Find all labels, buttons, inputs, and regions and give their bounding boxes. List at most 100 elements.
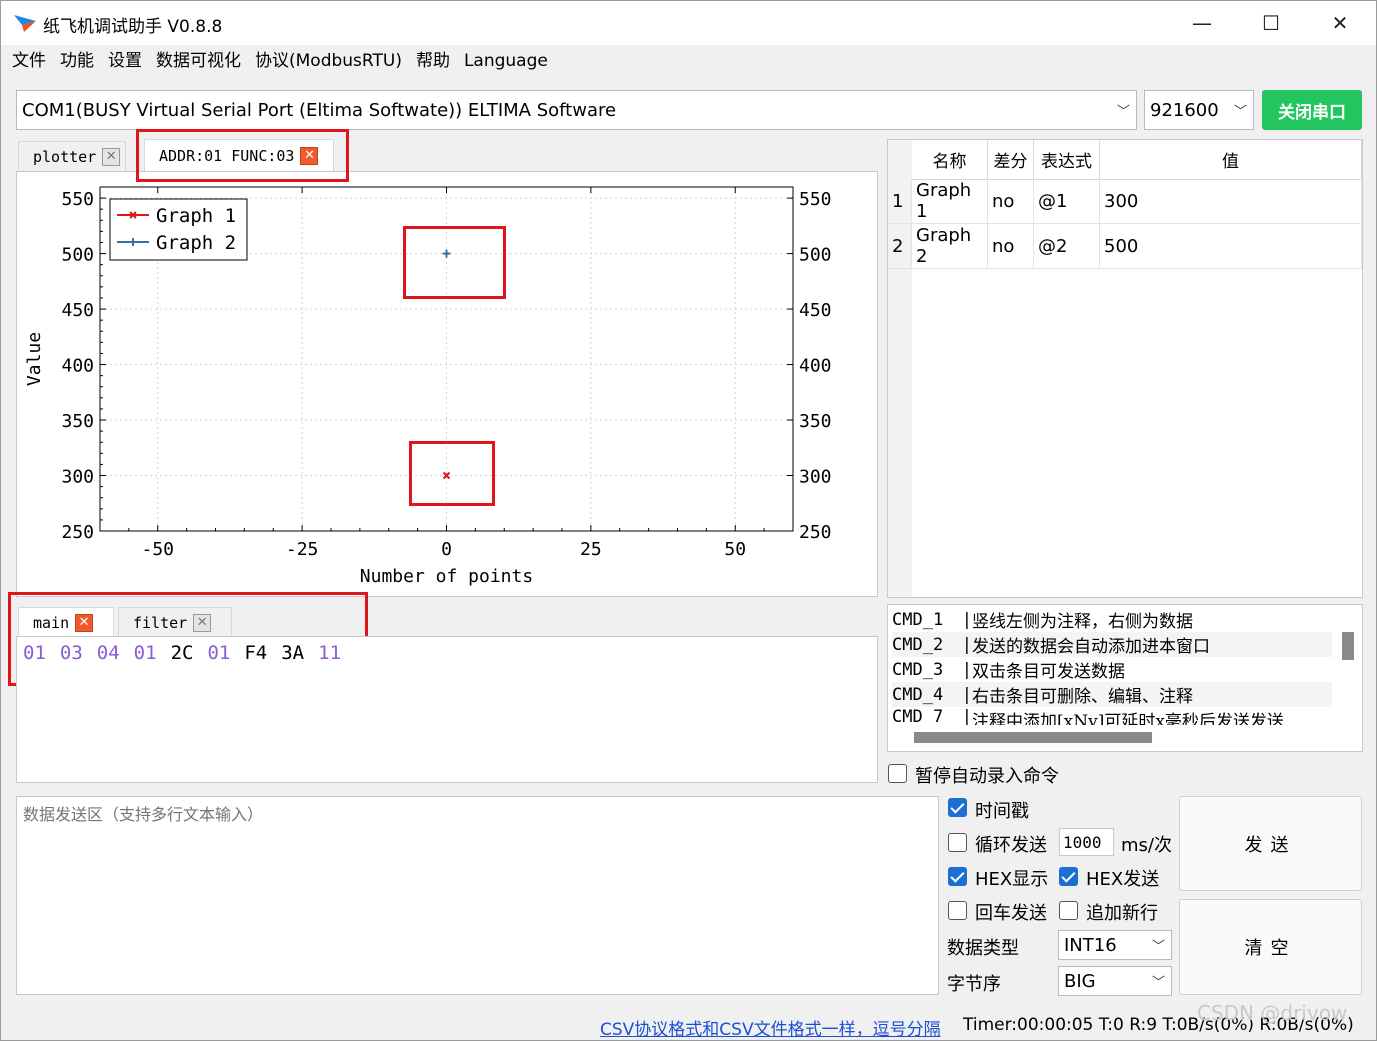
y-tick-label-right: 400: [799, 356, 832, 377]
byte-order-select[interactable]: BIG ﹀: [1058, 966, 1172, 996]
vertical-scrollbar[interactable]: [1342, 632, 1354, 660]
data-type-value: INT16: [1064, 934, 1117, 956]
loop-send-checkbox[interactable]: [948, 833, 967, 852]
command-code: CMD_2: [892, 634, 944, 655]
close-tab-icon[interactable]: ✕: [75, 613, 94, 632]
baud-select-value: 921600: [1150, 99, 1219, 121]
tab-label: ADDR:01 FUNC:03: [159, 147, 295, 165]
cell-diff[interactable]: no: [988, 179, 1034, 224]
hex-byte: 3A: [281, 642, 305, 664]
loop-interval-input[interactable]: 1000: [1059, 828, 1114, 856]
data-point-2: [442, 249, 451, 258]
tab-addr01-func03[interactable]: ADDR:01 FUNC:03 ✕: [144, 139, 334, 172]
hex-byte: 01: [23, 642, 46, 664]
cell-value[interactable]: 500: [1100, 224, 1362, 269]
clear-button[interactable]: 清空: [1179, 899, 1362, 995]
col-header-value[interactable]: 值: [1100, 140, 1362, 180]
chevron-down-icon: ﹀: [1116, 104, 1130, 120]
y-tick-label-right: 500: [799, 245, 832, 266]
chevron-down-icon: ﹀: [1151, 975, 1165, 991]
hex-display-label: HEX显示: [975, 869, 1049, 890]
variable-table: 名称 差分 表达式 值 1 Graph 1 no @1 300 2 Graph …: [887, 139, 1363, 598]
minimize-button[interactable]: —: [1168, 1, 1236, 45]
maximize-button[interactable]: ☐: [1237, 1, 1305, 45]
menu-function[interactable]: 功能: [53, 45, 101, 77]
cell-expr[interactable]: @2: [1034, 224, 1100, 269]
port-select-value: COM1(BUSY Virtual Serial Port (Eltima So…: [22, 99, 617, 121]
command-desc: 双击条目可发送数据: [972, 662, 1125, 682]
y-tick-label-right: 250: [799, 522, 832, 543]
send-area[interactable]: [16, 796, 939, 995]
send-input[interactable]: [17, 797, 938, 994]
chevron-down-icon: ﹀: [1151, 939, 1165, 955]
byte-order-value: BIG: [1064, 970, 1096, 992]
menu-protocol[interactable]: 协议(ModbusRTU): [248, 45, 409, 77]
command-desc: 发送的数据会自动添加进本窗口: [972, 637, 1210, 657]
enter-send-checkbox[interactable]: [948, 901, 967, 920]
pause-auto-record-checkbox[interactable]: [888, 764, 907, 783]
menu-language[interactable]: Language: [457, 45, 555, 77]
receive-hex-data: 01 03 04 01 2C 01 F4 3A 11: [23, 642, 341, 664]
command-item[interactable]: CMD_7 | 注释中添加[xNy]可延时x毫秒后发送发送: [892, 707, 1332, 725]
csv-help-link[interactable]: CSV协议格式和CSV文件格式一样，逗号分隔: [600, 1015, 941, 1040]
port-select[interactable]: COM1(BUSY Virtual Serial Port (Eltima So…: [16, 90, 1137, 130]
cell-expr[interactable]: @1: [1034, 179, 1100, 224]
y-tick-label-right: 550: [799, 189, 832, 210]
col-header-name[interactable]: 名称: [912, 140, 988, 180]
cell-name[interactable]: Graph 2: [912, 224, 988, 269]
x-tick-label: 25: [580, 539, 602, 560]
status-bar: CSV协议格式和CSV文件格式一样，逗号分隔 Timer:00:00:05 T:…: [1, 1012, 1376, 1040]
command-code: CMD_3: [892, 659, 944, 680]
tab-main[interactable]: main ✕: [18, 607, 114, 637]
timestamp-checkbox[interactable]: [948, 798, 967, 817]
command-item[interactable]: CMD_3 | 双击条目可发送数据: [892, 657, 1332, 683]
legend-label: Graph 2: [156, 232, 236, 254]
window-title: 纸飞机调试助手 V0.8.8: [43, 17, 223, 37]
hex-byte: F4: [244, 642, 268, 664]
cell-name[interactable]: Graph 1: [912, 179, 988, 224]
send-button[interactable]: 发送: [1179, 796, 1362, 891]
command-desc: 竖线左侧为注释，右侧为数据: [972, 612, 1193, 632]
y-tick-label: 450: [61, 300, 94, 321]
hex-display-checkbox[interactable]: [948, 867, 967, 886]
col-header-diff[interactable]: 差分: [988, 140, 1034, 180]
append-newline-checkbox[interactable]: [1059, 901, 1078, 920]
tab-label: main: [33, 613, 70, 632]
close-tab-icon[interactable]: ✕: [300, 147, 319, 165]
enter-send-label: 回车发送: [975, 903, 1047, 924]
menu-file[interactable]: 文件: [5, 45, 53, 77]
data-type-select[interactable]: INT16 ﹀: [1058, 930, 1172, 960]
tab-filter[interactable]: filter ✕: [118, 607, 232, 637]
close-button[interactable]: ✕: [1306, 1, 1374, 45]
x-tick-label: 50: [724, 539, 746, 560]
horizontal-scrollbar[interactable]: [914, 732, 1152, 743]
loop-unit-label: ms/次: [1121, 835, 1172, 856]
hex-send-checkbox[interactable]: [1059, 867, 1078, 886]
baud-select[interactable]: 921600 ﹀: [1144, 90, 1254, 130]
chart-legend: Graph 1 Graph 2: [109, 198, 248, 261]
menu-settings[interactable]: 设置: [101, 45, 149, 77]
cell-value[interactable]: 300: [1100, 179, 1362, 224]
command-item[interactable]: CMD_2 | 发送的数据会自动添加进本窗口: [892, 632, 1332, 657]
command-item[interactable]: CMD_1 | 竖线左侧为注释，右侧为数据: [892, 607, 1332, 633]
y-axis-label: Value: [24, 332, 45, 386]
append-newline-label: 追加新行: [1086, 903, 1158, 924]
menu-visualization[interactable]: 数据可视化: [149, 45, 248, 77]
y-tick-label: 300: [61, 467, 94, 488]
y-tick-label-right: 300: [799, 467, 832, 488]
y-tick-label: 400: [61, 356, 94, 377]
col-header-expr[interactable]: 表达式: [1034, 140, 1100, 180]
hex-byte: 01: [207, 642, 231, 664]
paper-plane-icon: [14, 15, 36, 32]
cell-diff[interactable]: no: [988, 224, 1034, 269]
toggle-port-button[interactable]: 关闭串口: [1262, 90, 1362, 130]
menu-help[interactable]: 帮助: [409, 45, 457, 77]
command-list[interactable]: CMD_1 | 竖线左侧为注释，右侧为数据 CMD_2 | 发送的数据会自动添加进本窗口…: [887, 604, 1363, 752]
close-tab-icon[interactable]: ✕: [193, 613, 212, 632]
command-item[interactable]: CMD_4 | 右击条目可删除、编辑、注释: [892, 682, 1332, 707]
x-tick-label: 0: [441, 539, 452, 560]
tab-plotter[interactable]: plotter ✕: [18, 141, 126, 171]
plot-chart[interactable]: -50 -25 0 25 50 250 250 300 300 350 350 400 400 450 45…: [16, 171, 878, 597]
close-tab-icon[interactable]: ✕: [102, 147, 121, 166]
watermark: CSDN @drivow: [1197, 1001, 1348, 1025]
